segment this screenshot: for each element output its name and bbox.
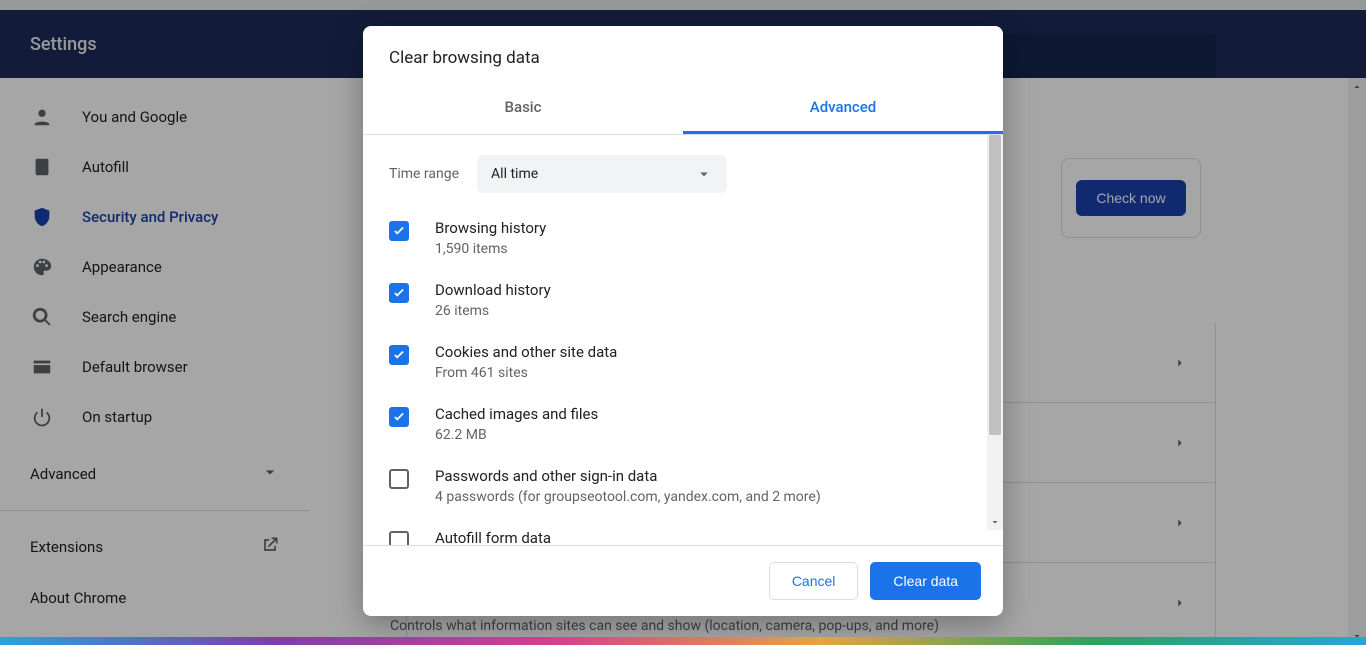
- option-subtitle: 1,590 items: [435, 241, 546, 257]
- option-title: Browsing history: [435, 219, 546, 237]
- time-range-select[interactable]: All time: [477, 155, 727, 193]
- time-range-label: Time range: [389, 166, 459, 182]
- option-subtitle: From 461 sites: [435, 365, 617, 381]
- checkbox[interactable]: [389, 221, 409, 241]
- clear-browsing-data-dialog: Clear browsing data Basic Advanced Time …: [363, 26, 1003, 616]
- tab-basic[interactable]: Basic: [363, 84, 683, 134]
- clear-data-option: Cached images and files 62.2 MB: [389, 405, 977, 443]
- checkbox[interactable]: [389, 469, 409, 489]
- clear-data-option: Passwords and other sign-in data 4 passwo…: [389, 467, 977, 505]
- dialog-body: Time range All time Browsing history 1,59…: [363, 135, 1003, 545]
- cancel-button[interactable]: Cancel: [769, 562, 859, 600]
- checkbox[interactable]: [389, 283, 409, 303]
- dialog-footer: Cancel Clear data: [363, 545, 1003, 616]
- scrollbar-thumb[interactable]: [989, 135, 1001, 435]
- option-title: Download history: [435, 281, 551, 299]
- clear-data-option: Download history 26 items: [389, 281, 977, 319]
- checkbox[interactable]: [389, 531, 409, 545]
- tab-advanced[interactable]: Advanced: [683, 84, 1003, 134]
- option-title: Passwords and other sign-in data: [435, 467, 821, 485]
- option-title: Autofill form data: [435, 529, 551, 545]
- scroll-down-icon[interactable]: [987, 514, 1003, 530]
- time-range-value: All time: [491, 166, 538, 182]
- checkbox[interactable]: [389, 345, 409, 365]
- option-title: Cached images and files: [435, 405, 598, 423]
- checkbox[interactable]: [389, 407, 409, 427]
- dialog-title: Clear browsing data: [363, 26, 1003, 84]
- dialog-scrollbar[interactable]: [987, 135, 1003, 530]
- modal-overlay: Clear browsing data Basic Advanced Time …: [0, 0, 1366, 645]
- option-subtitle: 62.2 MB: [435, 427, 598, 443]
- dialog-tabs: Basic Advanced: [363, 84, 1003, 135]
- option-subtitle: 4 passwords (for groupseotool.com, yande…: [435, 489, 821, 505]
- chevron-down-icon: [695, 165, 713, 183]
- clear-data-button[interactable]: Clear data: [870, 562, 981, 600]
- taskbar: [0, 637, 1366, 645]
- clear-data-option: Cookies and other site data From 461 site…: [389, 343, 977, 381]
- option-subtitle: 26 items: [435, 303, 551, 319]
- clear-data-option: Autofill form data: [389, 529, 977, 545]
- clear-data-option: Browsing history 1,590 items: [389, 219, 977, 257]
- option-title: Cookies and other site data: [435, 343, 617, 361]
